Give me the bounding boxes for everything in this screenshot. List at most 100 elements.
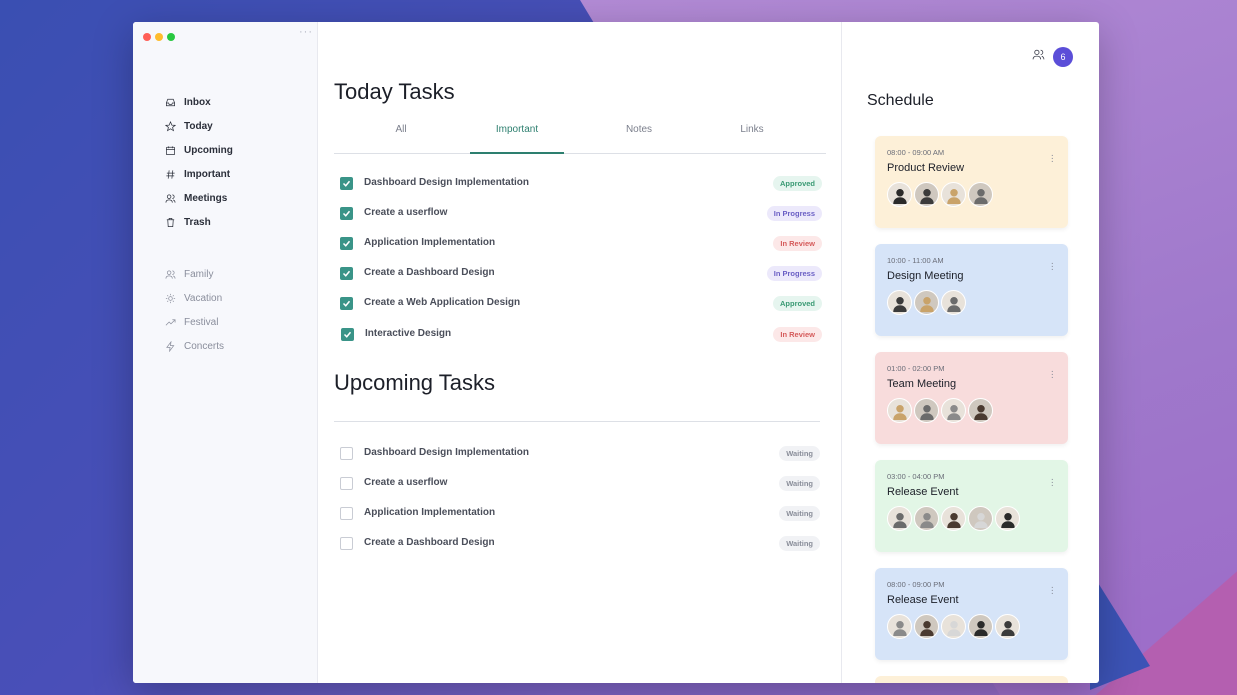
task-checkbox[interactable]: [340, 537, 353, 550]
event-card[interactable]: 03:00 - 04:00 PM Release Event · · ·: [875, 460, 1068, 552]
sidebar-item-label: Upcoming: [184, 144, 233, 156]
tab-notes[interactable]: Notes: [614, 124, 664, 135]
avatar[interactable]: [887, 506, 912, 531]
task-checkbox[interactable]: [340, 237, 353, 250]
task-checkbox[interactable]: [340, 297, 353, 310]
avatar[interactable]: [914, 182, 939, 207]
task-row[interactable]: Create a userflow In Progress: [340, 206, 822, 221]
task-checkbox[interactable]: [340, 207, 353, 220]
status-badge: In Progress: [766, 206, 822, 221]
status-badge: Approved: [772, 296, 822, 311]
avatar[interactable]: [887, 398, 912, 423]
avatar[interactable]: [941, 506, 966, 531]
maximize-window-button[interactable]: [167, 33, 175, 41]
event-card[interactable]: 08:00 - 09:00 PM Release Event · · ·: [875, 568, 1068, 660]
avatar[interactable]: [887, 182, 912, 207]
sidebar-item-today[interactable]: Today: [165, 114, 233, 138]
sidebar-item-meetings[interactable]: Meetings: [165, 186, 233, 210]
event-card[interactable]: 10:00 - 11:00 AM Design Meeting · · ·: [875, 244, 1068, 336]
attendee-avatars: [887, 614, 1056, 639]
check-icon: [342, 240, 351, 247]
task-checkbox[interactable]: [340, 177, 353, 190]
task-row[interactable]: Interactive Design In Review: [340, 327, 822, 342]
avatar[interactable]: [968, 398, 993, 423]
sidebar-item-festival[interactable]: Festival: [165, 310, 224, 334]
sidebar-item-label: Trash: [184, 216, 211, 228]
sidebar-item-upcoming[interactable]: Upcoming: [165, 138, 233, 162]
main-panel: Today Tasks All Important Notes Links Da…: [318, 22, 842, 683]
avatar[interactable]: [914, 398, 939, 423]
person-icon: [892, 404, 907, 420]
tab-links[interactable]: Links: [727, 124, 777, 135]
tab-important[interactable]: Important: [474, 124, 560, 135]
sidebar-item-trash[interactable]: Trash: [165, 210, 233, 234]
status-badge: Waiting: [779, 536, 820, 551]
avatar[interactable]: [887, 290, 912, 315]
kebab-menu-icon[interactable]: · · ·: [1051, 475, 1054, 491]
person-icon: [892, 512, 907, 528]
team-button[interactable]: [1032, 48, 1045, 66]
avatar[interactable]: [968, 182, 993, 207]
kebab-menu-icon[interactable]: · · ·: [1051, 367, 1054, 383]
tab-all[interactable]: All: [386, 124, 416, 135]
hash-icon: [166, 169, 175, 179]
avatar[interactable]: [941, 290, 966, 315]
check-icon: [342, 270, 351, 277]
users-icon: [165, 269, 176, 279]
person-icon: [946, 512, 961, 528]
task-row[interactable]: Create a userflow Waiting: [340, 476, 820, 491]
sidebar-item-family[interactable]: Family: [165, 262, 224, 286]
close-window-button[interactable]: [143, 33, 151, 41]
avatar[interactable]: [968, 506, 993, 531]
task-checkbox[interactable]: [340, 267, 353, 280]
task-row[interactable]: Application Implementation In Review: [340, 236, 822, 251]
avatar[interactable]: [914, 614, 939, 639]
minimize-window-button[interactable]: [155, 33, 163, 41]
task-row[interactable]: Create a Dashboard Design Waiting: [340, 536, 820, 551]
schedule-title: Schedule: [867, 92, 934, 109]
task-checkbox[interactable]: [341, 328, 354, 341]
status-badge: Waiting: [779, 506, 820, 521]
avatar[interactable]: [941, 398, 966, 423]
person-icon: [892, 620, 907, 636]
task-row[interactable]: Dashboard Design Implementation Waiting: [340, 446, 820, 461]
event-card[interactable]: 08:00 - 09:00 AM Product Review · · ·: [875, 136, 1068, 228]
sidebar-item-concerts[interactable]: Concerts: [165, 334, 224, 358]
person-icon: [1000, 620, 1015, 636]
attendee-avatars: [887, 290, 1056, 315]
sidebar-item-label: Important: [184, 168, 231, 180]
header-actions: 6: [1032, 47, 1073, 67]
sidebar-item-important[interactable]: Important: [165, 162, 233, 186]
task-row[interactable]: Application Implementation Waiting: [340, 506, 820, 521]
app-window: ··· Inbox Today Upcoming Important Meeti…: [133, 22, 1099, 683]
person-icon: [892, 296, 907, 312]
task-row[interactable]: Dashboard Design Implementation Approved: [340, 176, 822, 191]
avatar[interactable]: [941, 182, 966, 207]
avatar[interactable]: [941, 614, 966, 639]
avatar[interactable]: [914, 506, 939, 531]
task-checkbox[interactable]: [340, 507, 353, 520]
sidebar-item-inbox[interactable]: Inbox: [165, 90, 233, 114]
kebab-menu-icon[interactable]: · · ·: [1051, 259, 1054, 275]
task-label: Create a Dashboard Design: [364, 537, 495, 548]
page-title: Today Tasks: [334, 79, 455, 104]
avatar[interactable]: [968, 614, 993, 639]
notification-badge[interactable]: 6: [1053, 47, 1073, 67]
task-row[interactable]: Create a Dashboard Design In Progress: [340, 266, 822, 281]
status-badge: In Review: [773, 327, 822, 342]
task-row[interactable]: Create a Web Application Design Approved: [340, 296, 822, 311]
bolt-icon: [166, 340, 175, 352]
event-card[interactable]: 01:00 - 02:00 PM Team Meeting · · ·: [875, 352, 1068, 444]
sidebar-item-label: Inbox: [184, 96, 211, 108]
more-options-icon[interactable]: ···: [299, 26, 313, 38]
task-checkbox[interactable]: [340, 477, 353, 490]
kebab-menu-icon[interactable]: · · ·: [1051, 583, 1054, 599]
kebab-menu-icon[interactable]: · · ·: [1051, 151, 1054, 167]
avatar[interactable]: [887, 614, 912, 639]
avatar[interactable]: [914, 290, 939, 315]
event-card[interactable]: [875, 676, 1068, 683]
task-checkbox[interactable]: [340, 447, 353, 460]
avatar[interactable]: [995, 614, 1020, 639]
sidebar-item-vacation[interactable]: Vacation: [165, 286, 224, 310]
avatar[interactable]: [995, 506, 1020, 531]
